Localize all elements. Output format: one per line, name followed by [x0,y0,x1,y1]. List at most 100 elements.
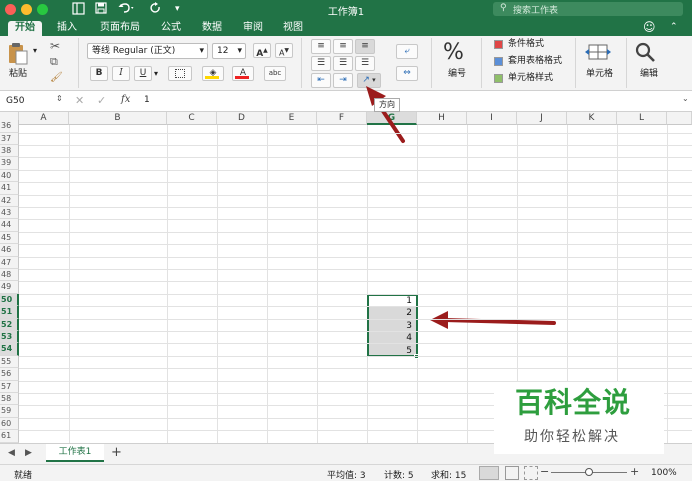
tab-page-layout[interactable]: 页面布局 [92,21,148,36]
font-name-dropdown[interactable]: 等线 Regular (正文) ▾ [87,43,208,59]
row-header-59[interactable]: 59 [0,405,19,418]
row-header-43[interactable]: 43 [0,207,19,220]
column-header[interactable]: E [267,112,317,125]
zoom-out-icon[interactable]: − [540,465,549,478]
decrease-font-button[interactable]: A▼ [275,43,293,58]
row-header-53[interactable]: 53 [0,331,19,344]
formula-input[interactable]: 1 [144,95,150,105]
tab-data[interactable]: 数据 [196,21,228,36]
table-format-button[interactable]: 套用表格格式 [508,56,562,67]
row-header-40[interactable]: 40 [0,169,19,183]
row-header-56[interactable]: 56 [0,368,19,381]
expand-formula-icon[interactable]: ⌄ [682,94,689,103]
minimize-window-button[interactable] [21,4,32,15]
row-header-57[interactable]: 57 [0,380,19,393]
align-middle-button[interactable]: ≡ [333,39,353,54]
page-break-view-icon[interactable] [524,466,538,480]
search-sheet-input[interactable]: ⚲ 搜索工作表 [493,2,683,16]
smiley-feedback-icon[interactable]: ☺ [643,20,656,34]
column-header-partial[interactable] [667,112,692,125]
tab-review[interactable]: 审阅 [237,21,269,36]
conditional-format-button[interactable]: 条件格式 [508,39,544,50]
row-header-52[interactable]: 52 [0,318,19,331]
save-icon[interactable] [95,2,107,18]
row-header-42[interactable]: 42 [0,194,19,207]
borders-button[interactable] [168,66,192,81]
tab-view[interactable]: 视图 [277,21,309,36]
wrap-text-button[interactable]: ⤶ [396,44,418,59]
cells-icon[interactable] [585,43,611,64]
row-header-50[interactable]: 50 [0,293,19,307]
ribbon-collapse-icon[interactable]: ⌃ [670,22,678,32]
row-header-49[interactable]: 49 [0,281,19,294]
underline-button[interactable]: U [134,66,152,81]
zoom-window-button[interactable] [37,4,48,15]
name-box-chevron-icon[interactable]: ⇕ [56,94,63,103]
add-sheet-icon[interactable]: + [111,445,122,460]
format-painter-icon[interactable]: 🖌 [50,72,63,83]
italic-button[interactable]: I [112,66,130,81]
phonetic-button[interactable]: abc [264,66,286,81]
paste-dropdown-icon[interactable]: ▾ [33,46,37,55]
increase-indent-button[interactable]: ⇥ [333,73,353,88]
decrease-indent-button[interactable]: ⇤ [311,73,331,88]
customize-toolbar-icon[interactable]: ▾ [175,2,180,17]
align-center-button[interactable]: ☰ [333,56,353,71]
column-header[interactable]: D [217,112,267,125]
row-header-41[interactable]: 41 [0,182,19,195]
column-header[interactable]: J [517,112,567,125]
row-header-58[interactable]: 58 [0,393,19,406]
percent-icon[interactable]: % [443,40,464,65]
bold-button[interactable]: B [90,66,108,81]
next-sheet-icon[interactable]: ▶ [25,448,32,458]
align-left-button[interactable]: ☰ [311,56,331,71]
row-header-60[interactable]: 60 [0,417,19,431]
column-header[interactable]: I [467,112,517,125]
sheet-tab-1[interactable]: 工作表1 [46,444,104,462]
row-header-54[interactable]: 54 [0,343,19,356]
merge-center-button[interactable]: ⇔ [396,66,418,81]
font-color-button[interactable]: A [232,66,254,81]
close-window-button[interactable] [5,4,16,15]
tab-formulas[interactable]: 公式 [155,21,187,36]
align-top-button[interactable]: ≡ [311,39,331,54]
zoom-in-icon[interactable]: + [630,465,639,478]
page-layout-view-icon[interactable] [505,466,519,480]
fill-color-button[interactable]: ◈ [202,66,224,81]
cell-style-button[interactable]: 单元格样式 [508,73,553,84]
column-header[interactable]: H [417,112,467,125]
align-bottom-button[interactable]: ≡ [355,39,375,54]
tab-home[interactable]: 开始 [8,21,42,36]
row-header-55[interactable]: 55 [0,355,19,369]
row-header-51[interactable]: 51 [0,306,19,319]
copy-icon[interactable]: ⧉ [50,55,58,69]
confirm-icon[interactable]: ✓ [97,94,106,107]
sidebar-toggle-icon[interactable] [72,2,85,19]
column-header[interactable]: L [617,112,667,125]
zoom-slider-thumb[interactable] [585,468,593,476]
row-header-46[interactable]: 46 [0,244,19,257]
insert-function-icon[interactable]: fx [121,94,130,105]
increase-font-button[interactable]: A▲ [253,43,271,59]
column-header[interactable]: B [69,112,167,125]
row-header-45[interactable]: 45 [0,231,19,245]
find-search-icon[interactable] [634,41,656,66]
row-header-48[interactable]: 48 [0,269,19,282]
tab-insert[interactable]: 插入 [50,21,84,36]
underline-dropdown-icon[interactable]: ▾ [154,69,158,78]
undo-icon[interactable] [118,2,134,18]
row-header-38[interactable]: 38 [0,145,19,158]
font-size-dropdown[interactable]: 12 ▾ [212,43,246,59]
row-header-37[interactable]: 37 [0,132,19,145]
cut-icon[interactable]: ✂ [50,39,60,53]
column-header[interactable]: C [167,112,217,125]
paste-icon[interactable] [8,42,28,69]
column-header[interactable]: A [19,112,69,125]
align-right-button[interactable]: ☰ [355,56,375,71]
column-header[interactable]: K [567,112,617,125]
prev-sheet-icon[interactable]: ◀ [8,448,15,458]
row-header-39[interactable]: 39 [0,157,19,170]
name-box[interactable]: G50 [3,94,63,109]
row-header-61[interactable]: 61 [0,430,19,443]
row-header-36[interactable]: 36 [0,120,19,133]
